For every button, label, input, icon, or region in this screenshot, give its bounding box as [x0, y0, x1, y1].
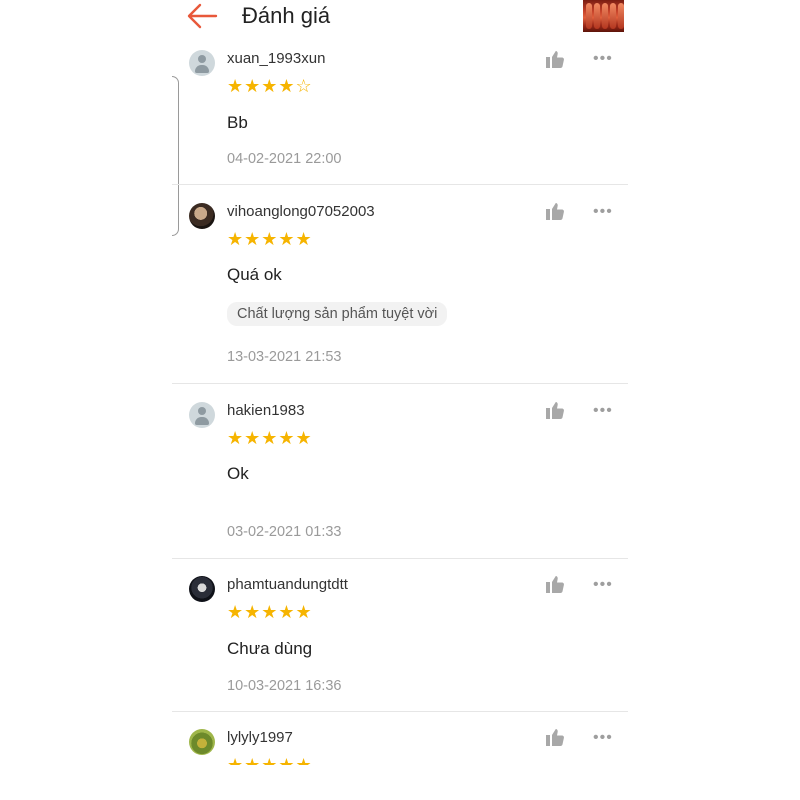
filled-stars: ★★★★★ — [227, 428, 313, 448]
product-thumbnail[interactable] — [583, 0, 624, 32]
more-options-button[interactable]: ••• — [593, 204, 613, 220]
more-options-button[interactable]: ••• — [593, 577, 613, 593]
star-rating: ★★★★★ — [227, 603, 313, 621]
review-username: hakien1983 — [227, 402, 305, 419]
review-comment: Chưa dùng — [227, 639, 313, 658]
review-item: phamtuandungtdtt ••• ★★★★★ Chưa dùng 10-… — [172, 559, 628, 712]
review-item: vihoanglong07052003 ••• ★★★★★ Quá ok Chấ… — [172, 185, 628, 384]
arrow-left-icon — [187, 3, 218, 29]
avatar[interactable] — [189, 50, 215, 76]
star-rating: ★★★★☆ — [227, 77, 313, 95]
reviews-screen: Đánh giá xuan_1993xun ••• ★★★★☆ Bb 04-02… — [172, 0, 628, 765]
avatar[interactable] — [189, 729, 215, 755]
review-username: vihoanglong07052003 — [227, 203, 375, 220]
avatar[interactable] — [189, 203, 215, 229]
star-rating: ★★★★★ — [227, 429, 313, 447]
more-options-button[interactable]: ••• — [593, 403, 613, 419]
review-date: 04-02-2021 22:00 — [227, 151, 342, 167]
avatar[interactable] — [189, 576, 215, 602]
like-icon[interactable] — [545, 201, 565, 221]
filled-stars: ★★★★★ — [227, 755, 313, 765]
like-icon[interactable] — [545, 574, 565, 594]
filled-stars: ★★★★★ — [227, 229, 313, 249]
avatar[interactable] — [189, 402, 215, 428]
like-icon[interactable] — [545, 400, 565, 420]
header-bar: Đánh giá — [172, 0, 628, 36]
review-date: 13-03-2021 21:53 — [227, 349, 342, 365]
review-item: hakien1983 ••• ★★★★★ Ok 03-02-2021 01:33 — [172, 384, 628, 559]
review-comment: Bb — [227, 113, 248, 132]
star-rating: ★★★★★ — [227, 756, 313, 765]
review-date: 10-03-2021 16:36 — [227, 678, 342, 694]
review-comment: Ok — [227, 464, 249, 483]
review-username: phamtuandungtdtt — [227, 576, 348, 593]
filled-stars: ★★★★ — [227, 76, 296, 96]
review-item: lylyly1997 ••• ★★★★★ — [172, 712, 628, 765]
review-item: xuan_1993xun ••• ★★★★☆ Bb 04-02-2021 22:… — [172, 40, 628, 185]
star-rating: ★★★★★ — [227, 230, 313, 248]
more-options-button[interactable]: ••• — [593, 730, 613, 746]
review-tag: Chất lượng sản phẩm tuyệt vời — [227, 302, 448, 326]
review-comment: Quá ok — [227, 265, 282, 284]
more-options-button[interactable]: ••• — [593, 51, 613, 67]
empty-stars: ☆ — [295, 76, 313, 96]
like-icon[interactable] — [545, 727, 565, 747]
back-button[interactable] — [186, 2, 218, 30]
page-title: Đánh giá — [242, 3, 331, 28]
like-icon[interactable] — [545, 49, 565, 69]
review-username: lylyly1997 — [227, 729, 293, 746]
filled-stars: ★★★★★ — [227, 602, 313, 622]
review-username: xuan_1993xun — [227, 50, 326, 67]
review-date: 03-02-2021 01:33 — [227, 524, 342, 540]
